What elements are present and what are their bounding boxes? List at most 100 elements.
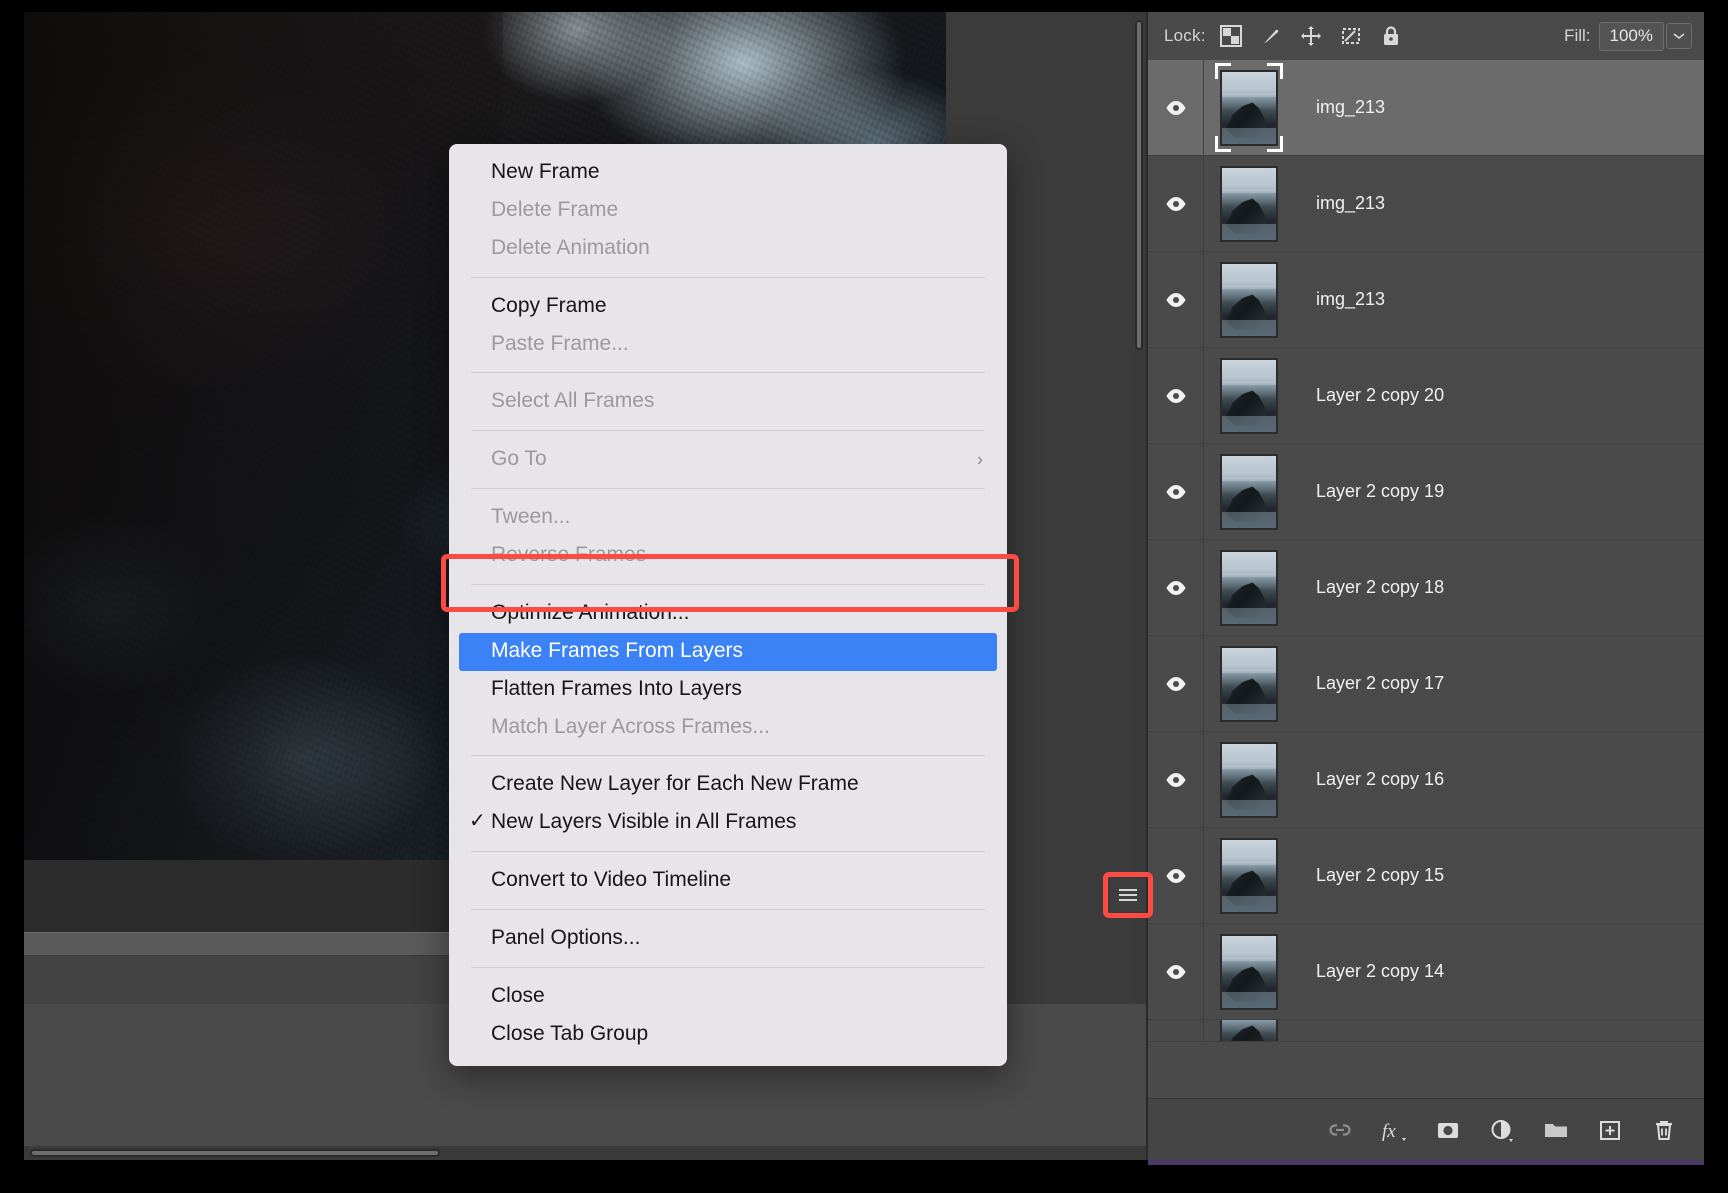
layer-thumbnail[interactable]	[1220, 261, 1278, 338]
timeline-panel-menu[interactable]: New Frame Delete Frame Delete Animation Cop…	[449, 144, 1007, 1066]
layer-row[interactable]: Layer 2 copy 16	[1148, 732, 1704, 828]
layer-row[interactable]: Layer 2 copy 20	[1148, 348, 1704, 444]
layer-name-label[interactable]: Layer 2 copy 20	[1294, 385, 1444, 406]
layer-thumbnail[interactable]	[1220, 165, 1278, 242]
menu-item: Delete Frame	[449, 192, 1007, 230]
menu-item[interactable]: Optimize Animation...	[449, 595, 1007, 633]
new-fill-adjustment-layer-icon[interactable]	[1488, 1116, 1516, 1144]
layer-thumbnail-cell[interactable]	[1204, 732, 1294, 827]
menu-item[interactable]: ✓ New Layers Visible in All Frames	[449, 804, 1007, 842]
layer-thumbnail-cell[interactable]	[1204, 348, 1294, 443]
new-group-folder-icon[interactable]	[1542, 1116, 1570, 1144]
menu-item-label: Copy Frame	[491, 293, 607, 317]
delete-layer-trash-icon[interactable]	[1650, 1116, 1678, 1144]
layer-thumbnail-cell[interactable]	[1204, 60, 1294, 155]
thumbnail-horizon	[1222, 573, 1276, 577]
lock-position-icon[interactable]	[1300, 25, 1322, 47]
layer-thumbnail[interactable]	[1220, 741, 1278, 818]
layer-visibility-eye-icon[interactable]	[1148, 60, 1204, 155]
thumbnail-horizon	[1222, 189, 1276, 193]
link-layers-icon[interactable]	[1326, 1116, 1354, 1144]
add-layer-mask-icon[interactable]	[1434, 1116, 1462, 1144]
fill-value-input[interactable]: 100%	[1598, 21, 1664, 51]
layer-thumbnail-cell[interactable]	[1204, 252, 1294, 347]
menu-item[interactable]: Copy Frame	[449, 288, 1007, 326]
layer-thumbnail[interactable]	[1220, 69, 1278, 146]
lock-all-icon[interactable]	[1380, 25, 1402, 47]
menu-item-label: Close	[491, 983, 545, 1007]
layer-row[interactable]	[1148, 1020, 1704, 1042]
layer-name-label[interactable]: Layer 2 copy 17	[1294, 673, 1444, 694]
layer-thumbnail[interactable]	[1220, 357, 1278, 434]
menu-item[interactable]: Panel Options...	[449, 920, 1007, 958]
layer-visibility-eye-icon[interactable]	[1148, 252, 1204, 347]
layer-visibility-eye-icon[interactable]	[1148, 348, 1204, 443]
layer-thumbnail-cell[interactable]	[1204, 636, 1294, 731]
layer-row[interactable]: Layer 2 copy 17	[1148, 636, 1704, 732]
layer-visibility-eye-icon[interactable]	[1148, 540, 1204, 635]
canvas-horizontal-scroll-thumb[interactable]	[30, 1149, 440, 1157]
canvas-vertical-scroll-thumb[interactable]	[1135, 20, 1143, 350]
layer-row[interactable]: img_213	[1148, 252, 1704, 348]
layer-visibility-eye-icon[interactable]	[1148, 732, 1204, 827]
layers-list[interactable]: img_213 img_213 img_213 Layer 2 copy 20 Laye…	[1148, 60, 1704, 1098]
panel-menu-hamburger-icon[interactable]	[1110, 879, 1146, 911]
layer-thumbnail-cell[interactable]	[1204, 444, 1294, 539]
menu-item[interactable]: Make Frames From Layers	[459, 632, 997, 671]
layer-name-label[interactable]: Layer 2 copy 18	[1294, 577, 1444, 598]
layer-visibility-eye-icon[interactable]	[1148, 828, 1204, 923]
layer-name-label[interactable]: Layer 2 copy 15	[1294, 865, 1444, 886]
layer-row[interactable]: Layer 2 copy 19	[1148, 444, 1704, 540]
layer-row[interactable]: Layer 2 copy 18	[1148, 540, 1704, 636]
menu-item[interactable]: Close Tab Group	[449, 1016, 1007, 1054]
layer-name-label[interactable]: Layer 2 copy 19	[1294, 481, 1444, 502]
layer-thumbnail[interactable]	[1220, 549, 1278, 626]
layer-visibility-eye-icon[interactable]	[1148, 1020, 1204, 1041]
layer-thumbnail-cell[interactable]	[1204, 156, 1294, 251]
new-layer-icon[interactable]	[1596, 1116, 1624, 1144]
layer-thumbnail[interactable]	[1220, 645, 1278, 722]
menu-item-label: Select All Frames	[491, 389, 655, 413]
lock-artboard-nesting-icon[interactable]	[1340, 25, 1362, 47]
layer-name-label[interactable]: img_213	[1294, 289, 1385, 310]
layer-thumbnail[interactable]	[1220, 837, 1278, 914]
layer-visibility-eye-icon[interactable]	[1148, 924, 1204, 1019]
layer-name-label[interactable]: img_213	[1294, 97, 1385, 118]
layer-row[interactable]: Layer 2 copy 15	[1148, 828, 1704, 924]
lock-image-pixels-icon[interactable]	[1260, 25, 1282, 47]
menu-separator	[471, 851, 985, 853]
menu-item-label: New Frame	[491, 160, 600, 183]
layer-visibility-eye-icon[interactable]	[1148, 444, 1204, 539]
canvas-horizontal-scrollbar[interactable]	[24, 1146, 1146, 1160]
layer-row[interactable]: img_213	[1148, 60, 1704, 156]
layer-name-label[interactable]: img_213	[1294, 193, 1385, 214]
layer-style-fx-icon[interactable]: fx	[1380, 1116, 1408, 1144]
layer-row[interactable]: img_213	[1148, 156, 1704, 252]
layer-row[interactable]: Layer 2 copy 14	[1148, 924, 1704, 1020]
layer-thumbnail-cell[interactable]	[1204, 1020, 1294, 1041]
thumbnail-foam	[1222, 703, 1276, 720]
layer-thumbnail[interactable]	[1220, 933, 1278, 1010]
menu-item[interactable]: Flatten Frames Into Layers	[449, 671, 1007, 709]
menu-item[interactable]: New Frame	[449, 154, 1007, 192]
thumbnail-foam	[1222, 127, 1276, 144]
menu-separator	[471, 372, 985, 374]
chevron-down-icon[interactable]	[1666, 23, 1692, 49]
menu-item[interactable]: Close	[449, 978, 1007, 1016]
layer-thumbnail[interactable]	[1220, 1020, 1278, 1041]
layer-thumbnail-cell[interactable]	[1204, 924, 1294, 1019]
menu-item[interactable]: Create New Layer for Each New Frame	[449, 766, 1007, 804]
layer-name-label[interactable]: Layer 2 copy 16	[1294, 769, 1444, 790]
lock-transparent-pixels-icon[interactable]	[1219, 25, 1242, 47]
menu-item: Match Layer Across Frames...	[449, 709, 1007, 747]
layer-visibility-eye-icon[interactable]	[1148, 636, 1204, 731]
thumbnail-horizon	[1222, 861, 1276, 865]
layer-visibility-eye-icon[interactable]	[1148, 156, 1204, 251]
menu-item[interactable]: Convert to Video Timeline	[449, 862, 1007, 900]
layer-thumbnail-cell[interactable]	[1204, 540, 1294, 635]
layer-name-label[interactable]: Layer 2 copy 14	[1294, 961, 1444, 982]
canvas-vertical-scrollbar[interactable]	[1132, 12, 1146, 1004]
layer-thumbnail-cell[interactable]	[1204, 828, 1294, 923]
app-window: Lock: Fill: 100% img_213 img_213 img_213…	[0, 0, 1728, 1193]
layer-thumbnail[interactable]	[1220, 453, 1278, 530]
